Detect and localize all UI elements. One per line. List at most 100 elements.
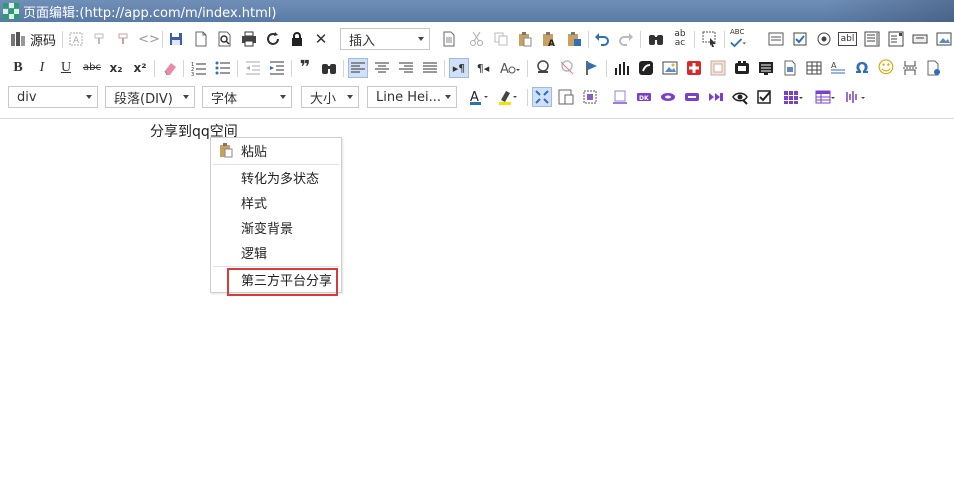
svg-text:A: A xyxy=(500,62,509,76)
checklist-icon[interactable] xyxy=(754,87,774,107)
component-oval-icon[interactable] xyxy=(658,87,678,107)
align-right-icon[interactable] xyxy=(396,58,416,78)
find-replace-icon[interactable] xyxy=(319,58,339,78)
save-icon[interactable] xyxy=(166,29,186,49)
image-button-icon[interactable] xyxy=(934,29,954,49)
textarea-icon[interactable] xyxy=(862,29,882,49)
component-dk-icon[interactable]: DK xyxy=(634,87,654,107)
video-icon[interactable] xyxy=(732,58,752,78)
copy-icon[interactable] xyxy=(491,29,511,49)
form-icon[interactable] xyxy=(766,29,786,49)
smiley-icon[interactable]: ☺ xyxy=(876,58,896,78)
font-size-combo[interactable]: 大小 xyxy=(301,86,359,108)
template-page-icon[interactable] xyxy=(780,58,800,78)
table-layout-icon[interactable] xyxy=(812,87,838,107)
lock-icon[interactable] xyxy=(287,29,307,49)
component-forward-icon[interactable] xyxy=(706,87,726,107)
underline-icon[interactable]: U xyxy=(56,58,76,78)
page-break-icon[interactable] xyxy=(900,58,920,78)
bar-chart-icon[interactable] xyxy=(612,58,632,78)
radio-icon[interactable] xyxy=(814,29,834,49)
clear-format-icon[interactable] xyxy=(114,29,134,49)
select-element-icon[interactable] xyxy=(700,29,720,49)
div-container-icon[interactable] xyxy=(580,87,600,107)
find-icon[interactable] xyxy=(646,29,666,49)
media-grid-icon[interactable] xyxy=(756,58,776,78)
table-icon[interactable] xyxy=(804,58,824,78)
numbered-list-icon[interactable]: 123 xyxy=(189,58,209,78)
special-char-icon[interactable]: Ω xyxy=(852,58,872,78)
menu-item-gradient-background[interactable]: 渐变背景 xyxy=(211,215,341,240)
flash-icon[interactable] xyxy=(636,58,656,78)
grid-layout-icon[interactable] xyxy=(780,87,806,107)
print-icon[interactable] xyxy=(239,29,259,49)
bold-icon[interactable]: B xyxy=(8,58,28,78)
paste-icon xyxy=(220,143,233,158)
select-field-icon[interactable] xyxy=(886,29,906,49)
redo-icon[interactable] xyxy=(616,29,636,49)
line-height-combo[interactable]: Line Hei... xyxy=(367,86,457,108)
remove-format-icon[interactable] xyxy=(160,58,180,78)
anchor-flag-icon[interactable] xyxy=(582,58,602,78)
align-justify-icon[interactable] xyxy=(420,58,440,78)
paste-icon[interactable] xyxy=(515,29,535,49)
element-combo[interactable]: div xyxy=(8,86,98,108)
insert-combo[interactable]: 插入 xyxy=(340,28,430,50)
refresh-icon[interactable] xyxy=(263,29,283,49)
window-titlebar: 页面编辑:(http://app.com/m/index.html) xyxy=(0,0,954,22)
blockquote-icon[interactable]: ❞ xyxy=(295,58,315,78)
iframe-icon[interactable] xyxy=(708,58,728,78)
editor-canvas[interactable]: 分享到qq空间 xyxy=(0,119,954,482)
indent-icon[interactable] xyxy=(267,58,287,78)
menu-item-paste[interactable]: 粘贴 xyxy=(211,138,341,163)
button-field-icon[interactable] xyxy=(910,29,930,49)
superscript-icon[interactable]: x² xyxy=(130,58,150,78)
align-center-icon[interactable] xyxy=(372,58,392,78)
preview-icon[interactable] xyxy=(215,29,235,49)
unlink-icon[interactable] xyxy=(557,58,577,78)
checkbox-icon[interactable] xyxy=(790,29,810,49)
component-rect-icon[interactable] xyxy=(682,87,702,107)
close-icon[interactable]: ✕ xyxy=(311,29,331,49)
maximize-icon[interactable] xyxy=(532,87,552,107)
component-box-icon[interactable] xyxy=(610,87,630,107)
select-all-icon[interactable]: A xyxy=(66,29,86,49)
italic-icon[interactable]: I xyxy=(32,58,52,78)
show-blocks-icon[interactable] xyxy=(556,87,576,107)
format-painter-icon[interactable] xyxy=(90,29,110,49)
image-icon[interactable] xyxy=(660,58,680,78)
horizontal-rule-icon[interactable]: A xyxy=(828,58,848,78)
text-direction-ltr-icon[interactable]: ▸¶ xyxy=(449,58,469,78)
menu-item-label: 粘贴 xyxy=(241,145,268,160)
code-tag-icon[interactable]: <> xyxy=(138,29,160,49)
menu-item-convert-multistate[interactable]: 转化为多状态 xyxy=(211,165,341,190)
preview-eye-icon[interactable] xyxy=(730,87,750,107)
page-template-icon[interactable] xyxy=(924,58,944,78)
undo-icon[interactable] xyxy=(592,29,612,49)
paragraph-format-combo[interactable]: 段落(DIV) xyxy=(105,86,195,108)
language-icon[interactable]: A xyxy=(497,58,523,78)
paste-text-icon[interactable]: A xyxy=(539,29,559,49)
text-color-icon[interactable]: A xyxy=(467,87,491,107)
sparkle-effects-icon[interactable] xyxy=(842,87,868,107)
cut-icon[interactable] xyxy=(467,29,487,49)
font-family-combo[interactable]: 字体 xyxy=(202,86,292,108)
align-left-icon[interactable] xyxy=(348,58,368,78)
menu-item-logic[interactable]: 逻辑 xyxy=(211,240,341,265)
bullet-list-icon[interactable] xyxy=(213,58,233,78)
text-direction-rtl-icon[interactable]: ¶◂ xyxy=(473,58,493,78)
replace-icon[interactable]: ab ac xyxy=(670,29,690,49)
textfield-icon[interactable]: abl xyxy=(838,32,857,46)
outdent-icon[interactable] xyxy=(243,58,263,78)
strikethrough-icon[interactable]: abc xyxy=(80,58,104,78)
document-icon[interactable] xyxy=(439,29,459,49)
background-color-icon[interactable] xyxy=(495,87,521,107)
new-page-icon[interactable] xyxy=(191,29,211,49)
spellcheck-icon[interactable]: ABC xyxy=(730,29,756,49)
paste-word-icon[interactable] xyxy=(564,29,584,49)
link-icon[interactable] xyxy=(533,58,553,78)
source-button[interactable]: 源码 xyxy=(10,29,56,49)
plugin-plus-icon[interactable] xyxy=(684,58,704,78)
menu-item-style[interactable]: 样式 xyxy=(211,190,341,215)
subscript-icon[interactable]: x₂ xyxy=(106,58,126,78)
